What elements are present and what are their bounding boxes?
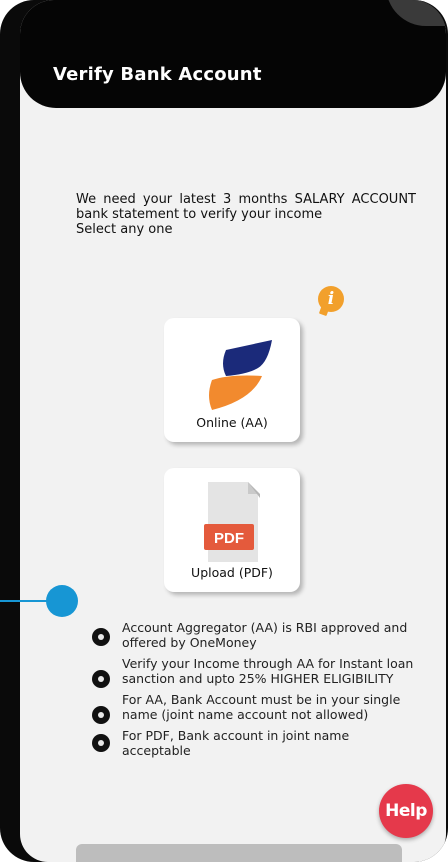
- instructions-text: We need your latest 3 months SALARY ACCO…: [76, 192, 416, 237]
- upload-pdf-label: Upload (PDF): [191, 565, 273, 580]
- app-header: Verify Bank Account: [20, 0, 446, 108]
- instructions-line-1: We need your latest 3 months SALARY ACCO…: [76, 192, 416, 222]
- note-text: Verify your Income through AA for Instan…: [122, 656, 414, 686]
- notes-list: Account Aggregator (AA) is RBI approved …: [84, 620, 414, 758]
- list-item: For PDF, Bank account in joint name acce…: [84, 728, 414, 758]
- page-title: Verify Bank Account: [53, 64, 262, 85]
- tutorial-pointer-line: [0, 600, 48, 602]
- list-item: For AA, Bank Account must be in your sin…: [84, 692, 414, 724]
- bullet-icon: [92, 706, 110, 724]
- bullet-icon: [92, 670, 110, 688]
- online-aa-label: Online (AA): [196, 415, 268, 430]
- upload-pdf-option-button[interactable]: PDF Upload (PDF): [164, 468, 300, 592]
- pdf-badge-text: PDF: [214, 530, 244, 547]
- logo-orange-shape: [209, 375, 262, 410]
- info-icon[interactable]: i: [318, 286, 344, 312]
- list-item: Account Aggregator (AA) is RBI approved …: [84, 620, 414, 650]
- bullet-icon: [92, 734, 110, 752]
- list-item: Verify your Income through AA for Instan…: [84, 656, 414, 688]
- continue-button[interactable]: [76, 844, 402, 862]
- online-aa-option-button[interactable]: Online (AA): [164, 318, 300, 442]
- tutorial-pointer-dot: [46, 585, 78, 617]
- bullet-icon: [92, 628, 110, 646]
- instructions-line-2: Select any one: [76, 222, 173, 237]
- note-text: For PDF, Bank account in joint name acce…: [122, 728, 350, 758]
- help-button[interactable]: Help: [379, 784, 433, 838]
- phone-frame: Verify Bank Account We need your latest …: [0, 0, 448, 862]
- header-corner-accent: [386, 0, 446, 26]
- logo-navy-shape: [223, 340, 272, 376]
- app-screen: Verify Bank Account We need your latest …: [20, 0, 446, 862]
- note-text: Account Aggregator (AA) is RBI approved …: [122, 620, 408, 650]
- note-text: For AA, Bank Account must be in your sin…: [122, 692, 401, 722]
